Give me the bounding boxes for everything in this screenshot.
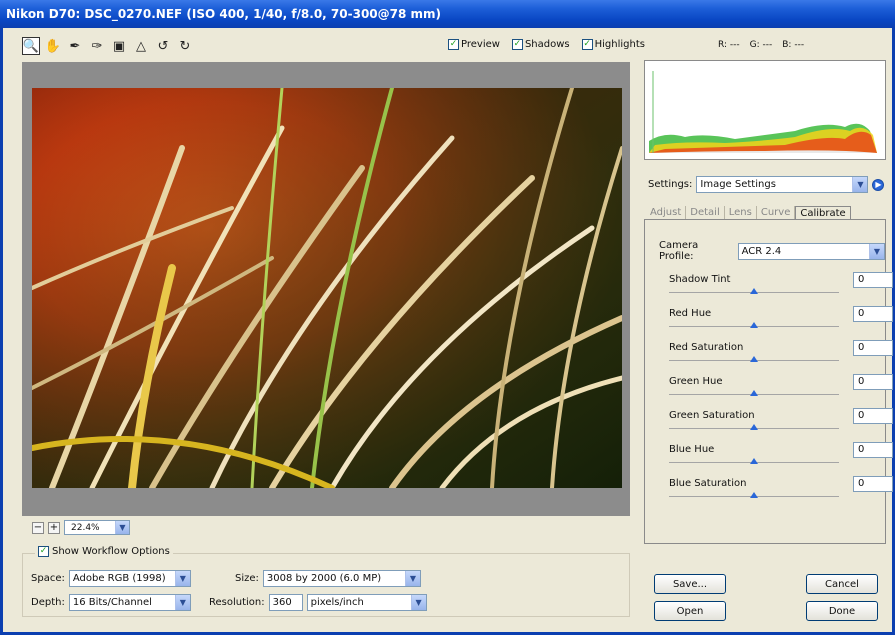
size-label: Size: <box>235 573 259 584</box>
slider-label: Red Saturation <box>669 342 744 353</box>
slider-thumb-icon[interactable] <box>750 458 758 464</box>
workflow-options: ✓ Show Workflow Options Space: Adobe RGB… <box>22 546 630 617</box>
done-button[interactable]: Done <box>806 601 878 621</box>
chevron-down-icon: ▼ <box>410 595 426 610</box>
zoom-tool-icon[interactable]: 🔍 <box>22 37 40 55</box>
zoom-select[interactable]: 22.4% ▼ <box>64 520 130 535</box>
slider-value-input[interactable]: 0 <box>853 340 893 356</box>
slider-label: Green Hue <box>669 376 723 387</box>
histogram <box>644 60 886 160</box>
slider-row: Blue Hue 0 <box>669 442 893 476</box>
b-readout: B: --- <box>782 40 805 50</box>
slider-value-input[interactable]: 0 <box>853 272 893 288</box>
tab-detail[interactable]: Detail <box>686 206 725 220</box>
rotate-left-icon[interactable]: ↺ <box>154 37 172 55</box>
settings-label: Settings: <box>648 179 693 190</box>
save-button[interactable]: Save... <box>654 574 726 594</box>
camera-profile-select[interactable]: ACR 2.4 ▼ <box>737 242 885 260</box>
check-icon: ✓ <box>38 546 49 557</box>
straighten-tool-icon[interactable]: △ <box>132 37 150 55</box>
size-select[interactable]: 3008 by 2000 (6.0 MP) ▼ <box>262 570 421 587</box>
rgb-readout: R: --- G: --- B: --- <box>718 40 804 50</box>
slider-row: Red Saturation 0 <box>669 340 893 374</box>
tab-lens[interactable]: Lens <box>725 206 757 220</box>
settings-row: Settings: Image Settings ▼ ▶ <box>648 176 885 193</box>
toolbar: 🔍 ✋ ✒ ✑ ▣ △ ↺ ↻ <box>22 36 194 56</box>
r-readout: R: --- <box>718 40 740 50</box>
slider-row: Green Hue 0 <box>669 374 893 408</box>
slider-label: Green Saturation <box>669 410 755 421</box>
calibration-sliders: Shadow Tint 0 Red Hue 0 Red Saturation 0 Green… <box>669 272 893 510</box>
adjustment-tabs: Adjust Detail Lens Curve Calibrate <box>646 206 851 220</box>
slider-thumb-icon[interactable] <box>750 322 758 328</box>
chevron-down-icon: ▼ <box>115 521 129 534</box>
white-balance-tool-icon[interactable]: ✒ <box>66 37 84 55</box>
slider-row: Green Saturation 0 <box>669 408 893 442</box>
chevron-down-icon: ▼ <box>174 595 190 610</box>
slider-label: Red Hue <box>669 308 712 319</box>
show-workflow-checkbox[interactable]: ✓ Show Workflow Options <box>35 546 173 557</box>
depth-select[interactable]: 16 Bits/Channel ▼ <box>68 594 191 611</box>
camera-profile-row: Camera Profile: ACR 2.4 ▼ <box>659 240 885 262</box>
slider-value-input[interactable]: 0 <box>853 442 893 458</box>
resolution-label: Resolution: <box>209 597 265 608</box>
settings-menu-icon[interactable]: ▶ <box>872 178 885 191</box>
chevron-down-icon: ▼ <box>852 177 868 192</box>
view-options: ✓ Preview ✓ Shadows ✓ Highlights <box>448 39 645 50</box>
slider-thumb-icon[interactable] <box>750 390 758 396</box>
slider-thumb-icon[interactable] <box>750 356 758 362</box>
cancel-button[interactable]: Cancel <box>806 574 878 594</box>
preview-image <box>32 88 622 488</box>
slider-thumb-icon[interactable] <box>750 492 758 498</box>
slider-thumb-icon[interactable] <box>750 288 758 294</box>
space-label: Space: <box>31 573 65 584</box>
calibrate-panel: Camera Profile: ACR 2.4 ▼ Shadow Tint 0 Re… <box>644 219 893 544</box>
window-title: Nikon D70: DSC_0270.NEF (ISO 400, 1/40, … <box>0 0 895 28</box>
slider-value-input[interactable]: 0 <box>853 476 893 492</box>
slider-value-input[interactable]: 0 <box>853 374 893 390</box>
check-icon: ✓ <box>448 39 459 50</box>
g-readout: G: --- <box>749 40 773 50</box>
zoom-controls: − + 22.4% ▼ <box>32 520 130 535</box>
tab-curve[interactable]: Curve <box>757 206 796 220</box>
tab-adjust[interactable]: Adjust <box>646 206 687 220</box>
hand-tool-icon[interactable]: ✋ <box>44 37 62 55</box>
slider-thumb-icon[interactable] <box>750 424 758 430</box>
crop-tool-icon[interactable]: ▣ <box>110 37 128 55</box>
shadows-checkbox[interactable]: ✓ Shadows <box>511 39 570 50</box>
chevron-down-icon: ▼ <box>869 243 884 259</box>
slider-value-input[interactable]: 0 <box>853 408 893 424</box>
slider-row: Red Hue 0 <box>669 306 893 340</box>
slider-row: Blue Saturation 0 <box>669 476 893 510</box>
slider-row: Shadow Tint 0 <box>669 272 893 306</box>
slider-label: Blue Hue <box>669 444 715 455</box>
chevron-down-icon: ▼ <box>174 571 190 586</box>
resolution-input[interactable]: 360 <box>268 594 303 611</box>
chevron-down-icon: ▼ <box>404 571 420 586</box>
slider-value-input[interactable]: 0 <box>853 306 893 322</box>
zoom-in-button[interactable]: + <box>48 521 60 534</box>
zoom-out-button[interactable]: − <box>32 521 44 534</box>
camera-profile-label: Camera Profile: <box>659 240 699 262</box>
preview-checkbox[interactable]: ✓ Preview <box>448 39 500 50</box>
preview-area[interactable] <box>22 62 630 516</box>
check-icon: ✓ <box>511 39 523 50</box>
open-button[interactable]: Open <box>654 601 726 621</box>
settings-select[interactable]: Image Settings ▼ <box>696 176 869 193</box>
slider-label: Blue Saturation <box>669 478 747 489</box>
slider-label: Shadow Tint <box>669 274 731 285</box>
tab-calibrate[interactable]: Calibrate <box>795 206 851 220</box>
rotate-right-icon[interactable]: ↻ <box>176 37 194 55</box>
check-icon: ✓ <box>581 39 593 50</box>
resolution-unit-select[interactable]: pixels/inch ▼ <box>306 594 427 611</box>
space-select[interactable]: Adobe RGB (1998) ▼ <box>68 570 191 587</box>
highlights-checkbox[interactable]: ✓ Highlights <box>581 39 645 50</box>
color-sampler-tool-icon[interactable]: ✑ <box>88 37 106 55</box>
depth-label: Depth: <box>31 597 65 608</box>
